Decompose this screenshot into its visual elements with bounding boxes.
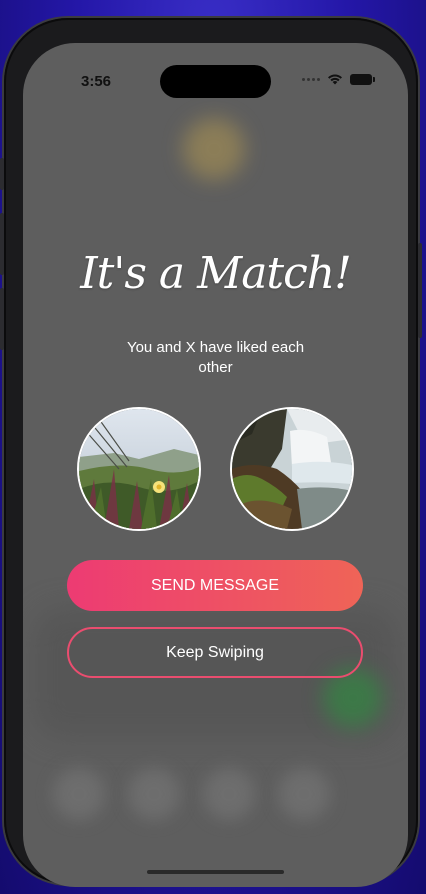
keep-swiping-label: Keep Swiping — [166, 643, 264, 661]
volume-up-button — [0, 213, 4, 275]
send-message-label: SEND MESSAGE — [150, 576, 280, 594]
status-bar: 3:56 — [23, 43, 408, 98]
action-button — [0, 158, 4, 190]
waterfall-photo — [230, 407, 354, 531]
beach-flower-photo — [77, 407, 201, 531]
phone-frame: 3:56 It's a Match! You and X have liked … — [0, 18, 422, 887]
screen: 3:56 It's a Match! You and X have liked … — [23, 43, 408, 887]
blurred-tab-icon — [203, 768, 255, 820]
status-icons — [302, 73, 375, 85]
blurred-tab-icon — [53, 768, 105, 820]
match-subtitle: You and X have liked each other — [126, 339, 305, 376]
home-indicator[interactable] — [147, 870, 284, 874]
blurred-background-element — [183, 118, 245, 180]
wifi-icon — [328, 74, 342, 85]
blurred-tab-icon — [278, 768, 330, 820]
battery-icon — [350, 73, 375, 85]
status-time: 3:56 — [81, 73, 112, 90]
volume-down-button — [0, 288, 4, 350]
dynamic-island — [160, 65, 271, 98]
beach-flower-image — [79, 409, 199, 529]
signal-icon — [302, 77, 320, 81]
send-message-button[interactable]: SEND MESSAGE — [67, 560, 363, 611]
waterfall-image — [232, 409, 352, 529]
blurred-tab-icon — [128, 768, 180, 820]
keep-swiping-button[interactable]: Keep Swiping — [67, 627, 363, 678]
power-button — [418, 243, 422, 338]
match-title: It's a Match! — [80, 248, 352, 299]
